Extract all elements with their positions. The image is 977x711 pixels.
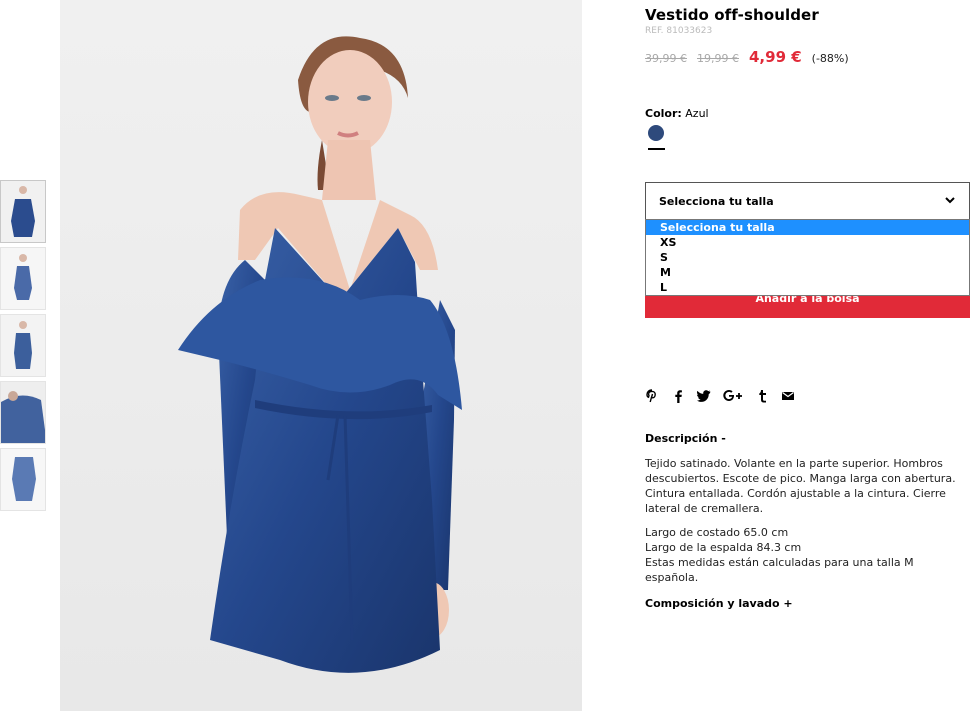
discount-percentage: (-88%) [811, 52, 849, 65]
product-title: Vestido off-shoulder [645, 6, 819, 24]
measurements-list: Largo de costado 65.0 cm Largo de la esp… [645, 525, 970, 585]
share-icons-row [645, 388, 807, 404]
size-option-m[interactable]: M [646, 265, 969, 280]
size-option-placeholder[interactable]: Selecciona tu talla [646, 220, 969, 235]
tumblr-icon[interactable] [755, 388, 769, 404]
thumbnail-2[interactable] [0, 247, 46, 310]
color-swatch-azul[interactable] [648, 125, 664, 141]
original-price: 39,99 € [645, 52, 687, 65]
product-reference: REF. 81033623 [645, 26, 713, 36]
email-icon[interactable] [781, 388, 795, 404]
pinterest-icon[interactable] [645, 388, 659, 404]
size-option-xs[interactable]: XS [646, 235, 969, 250]
description-text: Tejido satinado. Volante en la parte sup… [645, 457, 956, 515]
size-option-l[interactable]: L [646, 280, 969, 295]
composition-heading[interactable]: Composición y lavado + [645, 597, 793, 610]
size-dropdown-list: Selecciona tu talla XS S M L [645, 219, 970, 296]
google-plus-icon[interactable] [723, 388, 743, 404]
thumbnail-3[interactable] [0, 314, 46, 377]
thumbnail-list [0, 180, 46, 515]
previous-price: 19,99 € [697, 52, 739, 65]
chevron-down-icon [945, 197, 955, 204]
price-row: 39,99 € 19,99 € 4,99 € (-88%) [645, 48, 849, 66]
product-main-image[interactable] [60, 0, 582, 711]
sale-price: 4,99 € [749, 48, 802, 66]
thumbnail-4[interactable] [0, 381, 46, 444]
twitter-icon[interactable] [697, 388, 711, 404]
measurement-side-length: Largo de costado 65.0 cm [645, 526, 789, 539]
selected-swatch-indicator [648, 148, 665, 150]
measurement-note: Estas medidas están calculadas para una … [645, 556, 914, 584]
color-label-key: Color: [645, 107, 682, 120]
size-select[interactable]: Selecciona tu talla [645, 182, 970, 220]
size-select-label: Selecciona tu talla [659, 194, 774, 208]
thumbnail-5[interactable] [0, 448, 46, 511]
measurement-back-length: Largo de la espalda 84.3 cm [645, 541, 802, 554]
facebook-icon[interactable] [671, 388, 685, 404]
thumbnail-1[interactable] [0, 180, 46, 243]
color-label: Color: Azul [645, 107, 709, 120]
color-label-value: Azul [685, 107, 709, 120]
size-option-s[interactable]: S [646, 250, 969, 265]
description-heading[interactable]: Descripción - [645, 432, 726, 445]
